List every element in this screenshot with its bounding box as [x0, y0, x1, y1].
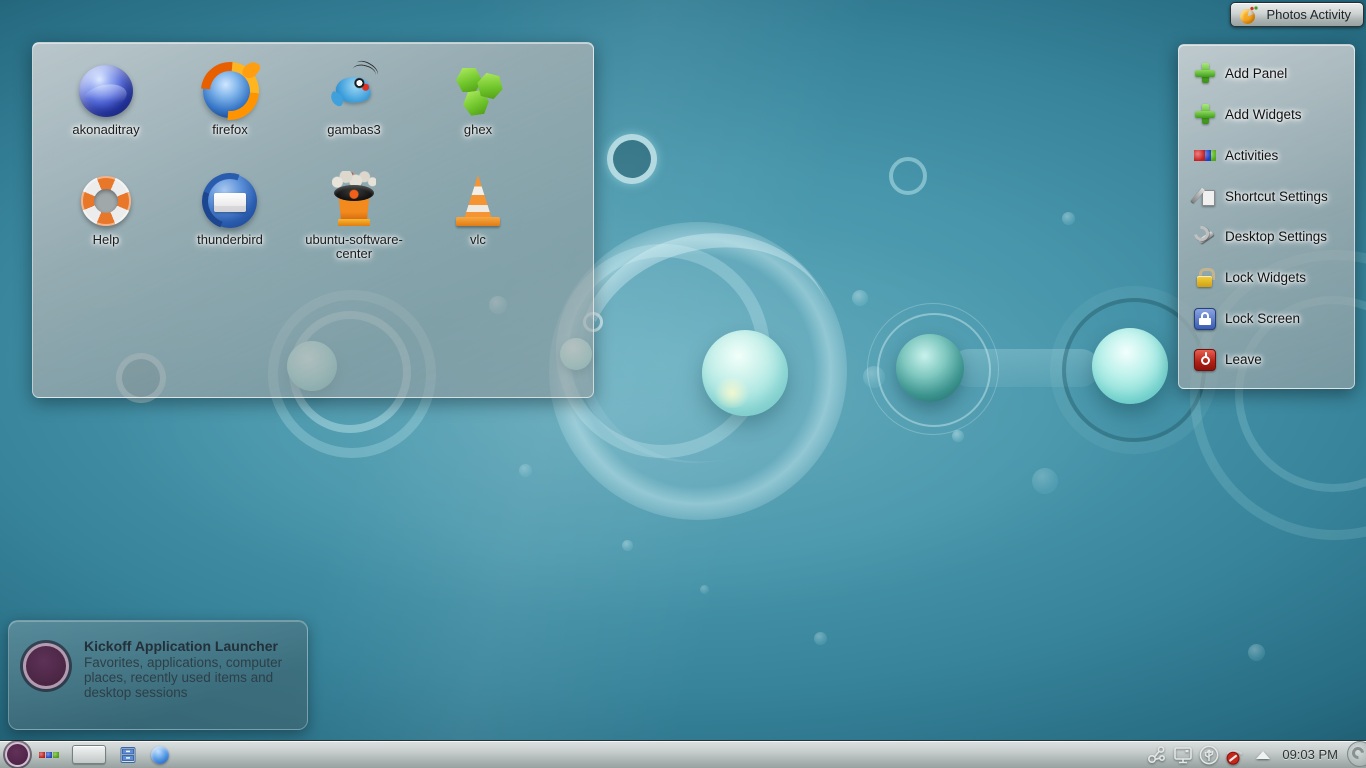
kickoff-tooltip: Kickoff Application Launcher Favorites, …: [8, 620, 308, 730]
desktop-icon-label: gambas3: [327, 123, 380, 137]
desktop-icon-ghex[interactable]: ghex: [417, 57, 539, 163]
activities-dots-icon: [1194, 144, 1216, 166]
power-icon: [1194, 349, 1216, 371]
wallpaper-bubble: [519, 464, 532, 477]
software-center-pot: [334, 185, 374, 201]
file-cabinet-launcher[interactable]: [118, 745, 138, 765]
plus-icon: [1194, 103, 1216, 125]
panel-launchers: [0, 741, 169, 768]
network-disconnected-icon[interactable]: [1223, 743, 1246, 766]
shrimp-antennae: [351, 62, 378, 82]
desktop-icon-ubuntu-software-center[interactable]: ubuntu-software-center: [293, 167, 415, 273]
desktop-icon-thunderbird[interactable]: thunderbird: [169, 167, 291, 273]
lock-screen-icon: [1194, 308, 1216, 330]
menu-item-lock-widgets[interactable]: Lock Widgets: [1179, 260, 1354, 296]
desktop-icon-label: akonaditray: [72, 123, 139, 137]
tooltip-text: Kickoff Application Launcher Favorites, …: [84, 638, 293, 700]
kickoff-logo-icon: [23, 643, 69, 689]
software-center-base: [338, 219, 370, 226]
desktop-icon-label: Help: [93, 233, 120, 247]
display-icon[interactable]: [1171, 743, 1194, 766]
bottom-panel: 09:03 PM: [0, 740, 1366, 768]
wallpaper-bubble: [1248, 644, 1265, 661]
blue-globe-launcher[interactable]: [151, 746, 169, 764]
folder-view-widget: akonaditray firefox gambas3 ghex Help th…: [32, 42, 594, 398]
wallpaper-bubble: [622, 540, 633, 551]
desktop-icon-label: vlc: [470, 233, 486, 247]
desktop: Photos Activity akonaditray firefox gamb…: [0, 0, 1366, 768]
menu-item-label: Lock Widgets: [1225, 270, 1306, 285]
menu-item-label: Add Panel: [1225, 66, 1287, 81]
desktop-icon-vlc[interactable]: vlc: [417, 167, 539, 273]
desktop-icon-label: ubuntu-software-center: [296, 233, 412, 261]
ghex-hexagons-icon: [450, 63, 506, 119]
desktop-context-menu: Add Panel Add Widgets Activities Shortcu…: [1178, 44, 1355, 389]
menu-item-shortcut-settings[interactable]: Shortcut Settings: [1179, 178, 1354, 214]
desktop-icon-gambas3[interactable]: gambas3: [293, 57, 415, 163]
wrench-icon: [1194, 226, 1216, 248]
menu-item-label: Add Widgets: [1225, 107, 1302, 122]
firefox-icon: [203, 64, 257, 118]
gambas-shrimp-icon: [326, 63, 382, 119]
wallpaper-bubble: [896, 334, 964, 402]
usb-device-icon[interactable]: [1197, 743, 1220, 766]
wallpaper-bubble: [889, 157, 927, 195]
wallpaper-bubble: [863, 366, 885, 388]
software-center-icon: [326, 173, 382, 229]
wallpaper-bubble: [814, 632, 827, 645]
menu-item-label: Lock Screen: [1225, 311, 1300, 326]
menu-item-label: Desktop Settings: [1225, 229, 1327, 244]
desktop-icon-label: firefox: [212, 123, 247, 137]
tray-expander-arrow[interactable]: [1256, 751, 1270, 759]
menu-item-desktop-settings[interactable]: Desktop Settings: [1179, 219, 1354, 255]
network-nodes-icon[interactable]: [1145, 743, 1168, 766]
vlc-cone-icon: [450, 173, 506, 229]
menu-item-label: Activities: [1225, 148, 1278, 163]
thunderbird-icon: [203, 174, 257, 228]
padlock-icon: [1194, 267, 1216, 289]
desktop-icon-help[interactable]: Help: [45, 167, 167, 273]
akonaditray-icon: [79, 65, 133, 117]
menu-item-label: Shortcut Settings: [1225, 189, 1328, 204]
hexagon: [461, 89, 490, 116]
panel-toolbox-cashew[interactable]: [1347, 741, 1366, 767]
menu-item-add-widgets[interactable]: Add Widgets: [1179, 96, 1354, 132]
activities-dots-icon[interactable]: [39, 749, 61, 761]
lifebuoy-icon: [81, 176, 131, 226]
desktop-icon-label: thunderbird: [197, 233, 263, 247]
plus-icon: [1194, 62, 1216, 84]
file-cabinet-icon: [118, 745, 138, 765]
wallpaper-bubble: [1092, 328, 1168, 404]
wallpaper-bubble: [700, 585, 709, 594]
kickoff-launcher-button[interactable]: [5, 742, 30, 767]
wallpaper-bubble: [1062, 212, 1075, 225]
wallpaper-bubble: [852, 290, 868, 306]
system-tray: 09:03 PM: [1145, 741, 1366, 768]
tooltip-title: Kickoff Application Launcher: [84, 638, 293, 654]
desktop-icon-firefox[interactable]: firefox: [169, 57, 291, 163]
desktop-pager[interactable]: [72, 745, 106, 764]
menu-item-add-panel[interactable]: Add Panel: [1179, 55, 1354, 91]
menu-item-label: Leave: [1225, 352, 1262, 367]
pencil-page-icon: [1194, 185, 1216, 207]
activity-button-label: Photos Activity: [1266, 7, 1351, 22]
menu-item-leave[interactable]: Leave: [1179, 342, 1354, 378]
activity-pie-icon: [1240, 6, 1258, 24]
desktop-icon-akonaditray[interactable]: akonaditray: [45, 57, 167, 163]
wallpaper-bubble: [702, 330, 788, 416]
wallpaper-bubble: [952, 430, 964, 442]
menu-item-lock-screen[interactable]: Lock Screen: [1179, 301, 1354, 337]
desktop-icon-label: ghex: [464, 123, 492, 137]
wallpaper-bubble: [1032, 468, 1058, 494]
photos-activity-button[interactable]: Photos Activity: [1230, 2, 1364, 27]
menu-item-activities[interactable]: Activities: [1179, 137, 1354, 173]
wallpaper-bubble: [607, 134, 657, 184]
tooltip-body: Favorites, applications, computer places…: [84, 655, 293, 700]
digital-clock[interactable]: 09:03 PM: [1282, 747, 1338, 762]
